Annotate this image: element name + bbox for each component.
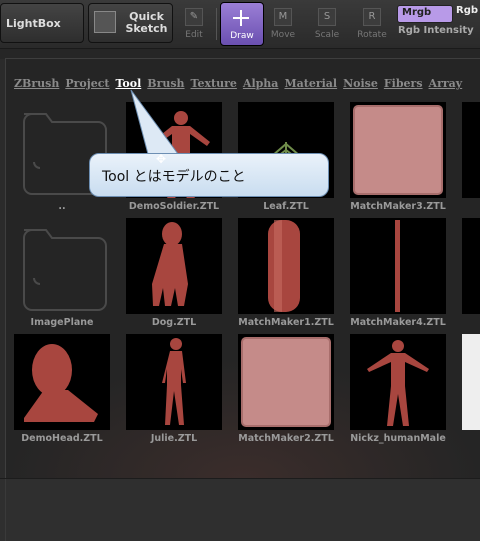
rotate-button[interactable]: R Rotate [352,4,392,44]
tool-preview [350,102,446,198]
move-button[interactable]: M Move [263,4,303,44]
tool-thumbnail[interactable]: Julie.ZTL [118,334,230,450]
draw-button[interactable]: Draw [220,2,264,46]
tool-name: MatchMaker1.ZTL [238,317,334,328]
tool-name: Nickz_humanMale [350,433,446,444]
tool-preview [238,334,334,430]
draw-label: Draw [230,31,254,41]
rotate-label: Rotate [357,30,387,40]
edit-icon: ✎ [185,8,203,26]
mrgb-label: Mrgb [402,7,432,18]
rotate-icon: R [363,8,381,26]
tool-thumbnail[interactable]: Dog.ZTL [118,218,230,334]
lightbox-button[interactable]: LightBox [0,3,84,43]
tab-material[interactable]: Material [284,77,337,90]
tool-thumbnail[interactable]: Nickz_humanMale [342,334,454,450]
tab-alpha[interactable]: Alpha [243,77,279,90]
draw-icon [233,10,249,26]
quick-sketch-button[interactable]: Quick Sketch [88,3,173,43]
tool-thumbnail[interactable] [454,334,480,450]
move-icon: M [274,8,292,26]
tab-project[interactable]: Project [65,77,109,90]
edit-button[interactable]: ✎ Edit [174,4,214,44]
toolbar-divider [216,8,217,40]
tool-name: DemoSoldier.ZTL [128,201,220,212]
quick-sketch-label: Quick Sketch [125,10,168,35]
tool-preview [238,218,334,314]
mrgb-button[interactable]: Mrgb [397,5,453,23]
rgb-button[interactable]: Rgb [456,5,478,16]
tool-name: MatchMaker4.ZTL [350,317,446,328]
tab-zbrush[interactable]: ZBrush [14,77,59,90]
tool-preview [462,218,480,314]
tab-brush[interactable]: Brush [147,77,184,90]
tab-noise[interactable]: Noise [343,77,378,90]
tool-name: MatchMaker2.ZTL [238,433,334,444]
tool-name: Po [454,201,480,212]
tool-name: MatchMaker3.ZTL [350,201,446,212]
tool-name: DemoHead.ZTL [21,433,103,444]
tool-thumbnail[interactable]: MatchMaker2.ZTL [230,334,342,450]
tool-thumbnail[interactable]: MatchMaker1.ZTL [230,218,342,334]
tool-preview [350,334,446,430]
tool-name: Leaf.ZTL [263,201,309,212]
scale-label: Scale [314,30,340,40]
tool-thumbnail[interactable]: MatchMaker3.ZTL [342,102,454,218]
tool-thumbnail[interactable]: MatchMaker4.ZTL [342,218,454,334]
scale-button[interactable]: S Scale [307,4,347,44]
tool-preview [462,102,480,198]
scale-icon: S [318,8,336,26]
callout-text: Tool とはモデルのこと [102,169,246,185]
bottom-area [0,478,480,541]
tool-name: ImagePlane [30,317,94,328]
tool-thumbnail[interactable]: Po [454,102,480,218]
tab-array[interactable]: Array [429,77,463,90]
callout-bubble: Tool とはモデルのこと [89,153,329,197]
folder-icon [14,218,110,314]
tool-preview [350,218,446,314]
lightbox-label: LightBox [6,17,61,30]
tab-fibers[interactable]: Fibers [384,77,423,90]
folder-item[interactable]: ImagePlane [6,218,118,334]
tool-preview [462,334,480,430]
move-label: Move [270,30,296,40]
tool-thumbnail[interactable]: DemoHead.ZTL [6,334,118,450]
edit-label: Edit [185,30,203,40]
tab-tool[interactable]: Tool [115,77,141,90]
tool-thumbnail[interactable]: Rya [454,218,480,334]
mouse-cursor-icon: ✥ [156,152,167,166]
tool-name: Julie.ZTL [150,433,198,444]
tool-preview [126,334,222,430]
tool-preview [126,218,222,314]
tab-texture[interactable]: Texture [191,77,237,90]
quick-sketch-icon [94,11,116,33]
tool-name: Rya [454,317,480,328]
tool-preview [14,334,110,430]
tool-name: .. [58,201,66,212]
tool-name: Dog.ZTL [151,317,197,328]
rgb-intensity-slider[interactable]: Rgb Intensity [398,25,474,36]
top-toolbar: LightBox Quick Sketch ✎ Edit Draw M Move… [0,0,480,49]
lightbox-panel: ZBrush Project Tool Brush Texture Alpha Materi… [5,58,480,479]
divider [5,479,6,541]
lightbox-tabs: ZBrush Project Tool Brush Texture Alpha Materi… [14,72,468,91]
